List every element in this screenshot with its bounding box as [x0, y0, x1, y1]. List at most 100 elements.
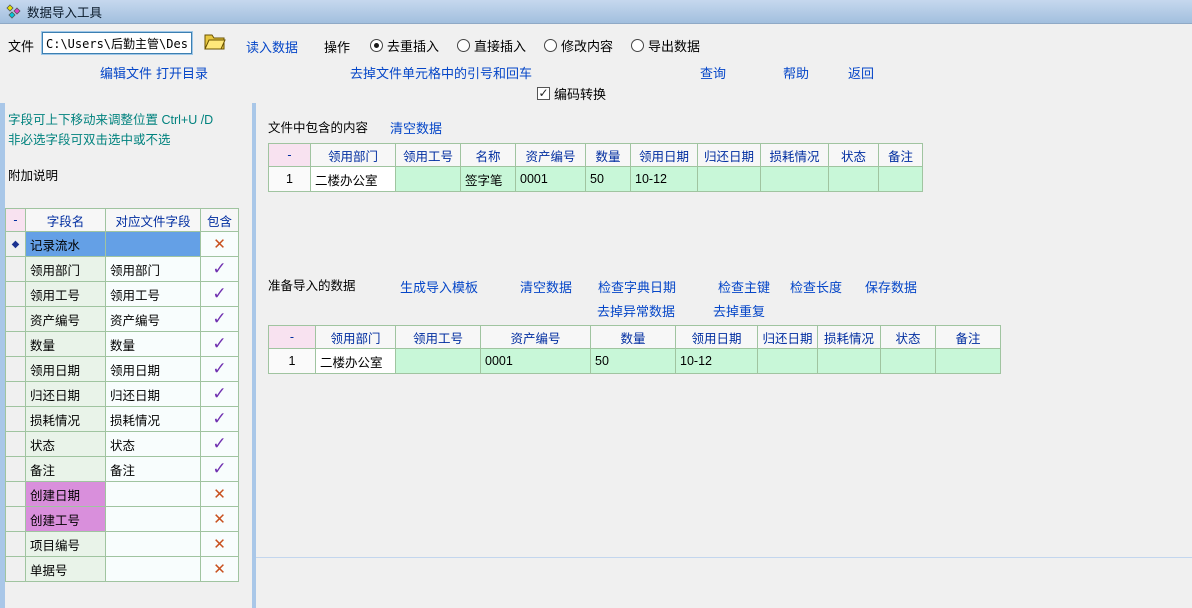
row-selector-cell[interactable]: [6, 482, 26, 507]
generate-template-link[interactable]: 生成导入模板: [400, 277, 478, 296]
row-number-cell[interactable]: 1: [269, 167, 311, 192]
file-field-cell[interactable]: 数量: [106, 332, 201, 357]
data-cell[interactable]: 二楼办公室: [316, 349, 396, 374]
data-cell[interactable]: [936, 349, 1001, 374]
row-selector-cell[interactable]: [6, 557, 26, 582]
open-dir-link[interactable]: 打开目录: [156, 63, 208, 82]
data-cell[interactable]: 0001: [481, 349, 591, 374]
include-cell[interactable]: ✓: [201, 382, 239, 407]
field-name-cell[interactable]: 创建工号: [26, 507, 106, 532]
encoding-checkbox[interactable]: ✓ 编码转换: [537, 84, 606, 103]
include-cell[interactable]: ✓: [201, 257, 239, 282]
row-selector-cell[interactable]: [6, 407, 26, 432]
save-data-link[interactable]: 保存数据: [865, 277, 917, 296]
file-field-cell[interactable]: 领用部门: [106, 257, 201, 282]
edit-file-link[interactable]: 编辑文件: [100, 63, 152, 82]
data-cell[interactable]: [818, 349, 881, 374]
field-name-cell[interactable]: 状态: [26, 432, 106, 457]
data-cell[interactable]: 0001: [516, 167, 586, 192]
clear-import-data-link[interactable]: 清空数据: [520, 277, 572, 296]
field-name-cell[interactable]: 创建日期: [26, 482, 106, 507]
row-selector-cell[interactable]: [6, 282, 26, 307]
radio-option-3[interactable]: 导出数据: [631, 36, 700, 55]
file-field-cell[interactable]: 损耗情况: [106, 407, 201, 432]
read-data-link[interactable]: 读入数据: [246, 37, 298, 56]
include-cell[interactable]: ✓: [201, 457, 239, 482]
include-cell[interactable]: ✓: [201, 432, 239, 457]
data-cell[interactable]: 10-12: [631, 167, 698, 192]
row-selector-cell[interactable]: [6, 307, 26, 332]
check-length-link[interactable]: 检查长度: [790, 277, 842, 296]
row-selector-cell[interactable]: [6, 357, 26, 382]
data-cell[interactable]: [758, 349, 818, 374]
remove-duplicates-link[interactable]: 去掉重复: [713, 301, 765, 320]
file-path-input[interactable]: [42, 32, 192, 54]
file-field-cell[interactable]: [106, 532, 201, 557]
data-cell[interactable]: [396, 349, 481, 374]
check-primary-key-link[interactable]: 检查主键: [718, 277, 770, 296]
data-cell[interactable]: [698, 167, 761, 192]
include-cell[interactable]: ✕: [201, 557, 239, 582]
file-field-cell[interactable]: 备注: [106, 457, 201, 482]
field-name-cell[interactable]: 领用部门: [26, 257, 106, 282]
radio-option-2[interactable]: 修改内容: [544, 36, 613, 55]
data-cell[interactable]: 二楼办公室: [311, 167, 396, 192]
field-name-cell[interactable]: 项目编号: [26, 532, 106, 557]
data-cell[interactable]: 50: [591, 349, 676, 374]
file-field-cell[interactable]: 资产编号: [106, 307, 201, 332]
field-name-cell[interactable]: 数量: [26, 332, 106, 357]
check-dict-date-link[interactable]: 检查字典日期: [598, 277, 676, 296]
include-cell[interactable]: ✕: [201, 482, 239, 507]
include-cell[interactable]: ✕: [201, 507, 239, 532]
file-field-cell[interactable]: [106, 482, 201, 507]
row-selector-cell[interactable]: [6, 382, 26, 407]
include-cell[interactable]: ✕: [201, 532, 239, 557]
field-name-cell[interactable]: 记录流水: [26, 232, 106, 257]
include-cell[interactable]: ✓: [201, 307, 239, 332]
file-field-cell[interactable]: 领用工号: [106, 282, 201, 307]
data-cell[interactable]: 签字笔: [461, 167, 516, 192]
radio-option-0[interactable]: 去重插入: [370, 36, 439, 55]
file-field-cell[interactable]: [106, 507, 201, 532]
field-name-cell[interactable]: 单据号: [26, 557, 106, 582]
include-cell[interactable]: ✕: [201, 232, 239, 257]
row-selector-cell[interactable]: [6, 257, 26, 282]
file-field-cell[interactable]: 状态: [106, 432, 201, 457]
file-field-cell[interactable]: 领用日期: [106, 357, 201, 382]
row-selector-cell[interactable]: [6, 532, 26, 557]
data-cell[interactable]: 50: [586, 167, 631, 192]
data-cell[interactable]: [761, 167, 829, 192]
current-row-marker[interactable]: ◆: [6, 232, 26, 257]
include-cell[interactable]: ✓: [201, 282, 239, 307]
back-link[interactable]: 返回: [848, 63, 874, 82]
include-cell[interactable]: ✓: [201, 332, 239, 357]
field-name-cell[interactable]: 领用日期: [26, 357, 106, 382]
file-field-cell[interactable]: 归还日期: [106, 382, 201, 407]
open-folder-icon[interactable]: [204, 33, 226, 53]
row-selector-cell[interactable]: [6, 332, 26, 357]
include-cell[interactable]: ✓: [201, 407, 239, 432]
field-name-cell[interactable]: 资产编号: [26, 307, 106, 332]
data-cell[interactable]: [829, 167, 879, 192]
data-cell[interactable]: [396, 167, 461, 192]
data-cell[interactable]: [881, 349, 936, 374]
data-cell[interactable]: [879, 167, 923, 192]
clear-file-data-link[interactable]: 清空数据: [390, 118, 442, 137]
field-name-cell[interactable]: 备注: [26, 457, 106, 482]
file-field-cell[interactable]: [106, 232, 201, 257]
remove-quotes-link[interactable]: 去掉文件单元格中的引号和回车: [350, 63, 532, 82]
field-name-cell[interactable]: 损耗情况: [26, 407, 106, 432]
row-number-cell[interactable]: 1: [269, 349, 316, 374]
row-selector-cell[interactable]: [6, 457, 26, 482]
query-link[interactable]: 查询: [700, 63, 726, 82]
include-cell[interactable]: ✓: [201, 357, 239, 382]
radio-option-1[interactable]: 直接插入: [457, 36, 526, 55]
data-cell[interactable]: 10-12: [676, 349, 758, 374]
file-field-cell[interactable]: [106, 557, 201, 582]
field-name-cell[interactable]: 领用工号: [26, 282, 106, 307]
field-name-cell[interactable]: 归还日期: [26, 382, 106, 407]
help-link[interactable]: 帮助: [783, 63, 809, 82]
row-selector-cell[interactable]: [6, 507, 26, 532]
remove-abnormal-link[interactable]: 去掉异常数据: [597, 301, 675, 320]
row-selector-cell[interactable]: [6, 432, 26, 457]
